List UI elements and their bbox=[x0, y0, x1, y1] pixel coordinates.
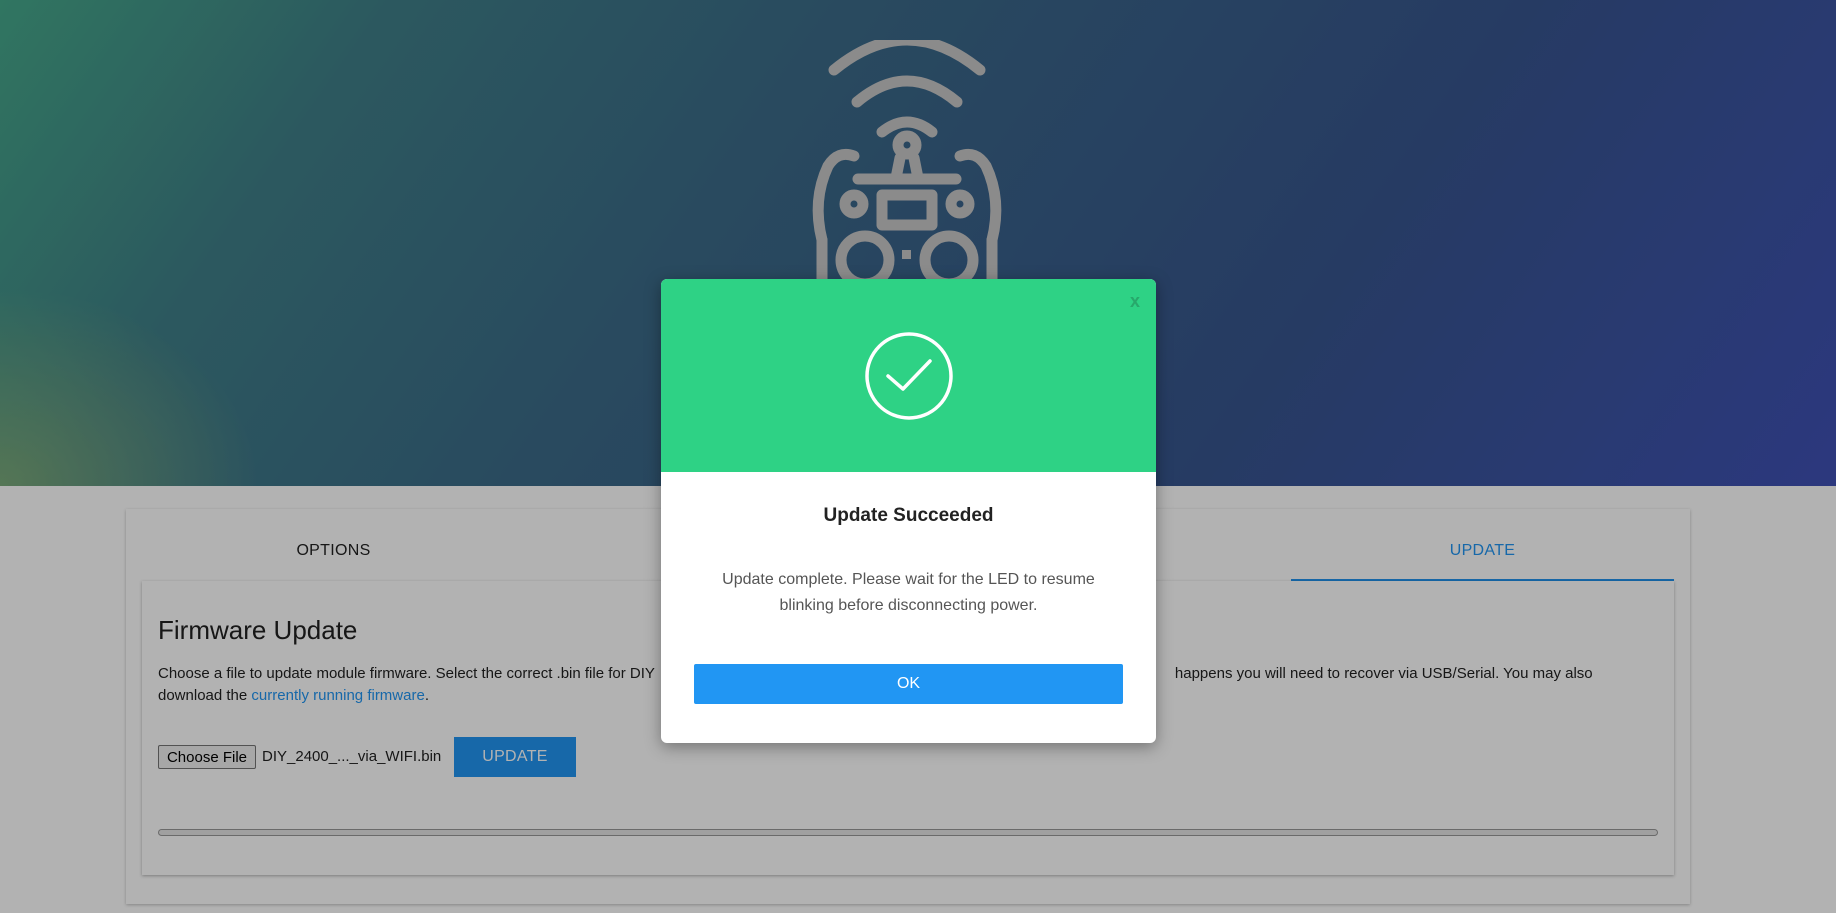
success-dialog: x Update Succeeded Update complete. Plea… bbox=[661, 279, 1156, 743]
dialog-title: Update Succeeded bbox=[823, 505, 994, 526]
dialog-message: Update complete. Please wait for the LED… bbox=[722, 571, 1095, 614]
dialog-header: x bbox=[661, 279, 1156, 472]
ok-button[interactable]: OK bbox=[694, 664, 1123, 704]
check-circle-icon bbox=[865, 332, 953, 420]
close-icon[interactable]: x bbox=[1130, 291, 1140, 312]
